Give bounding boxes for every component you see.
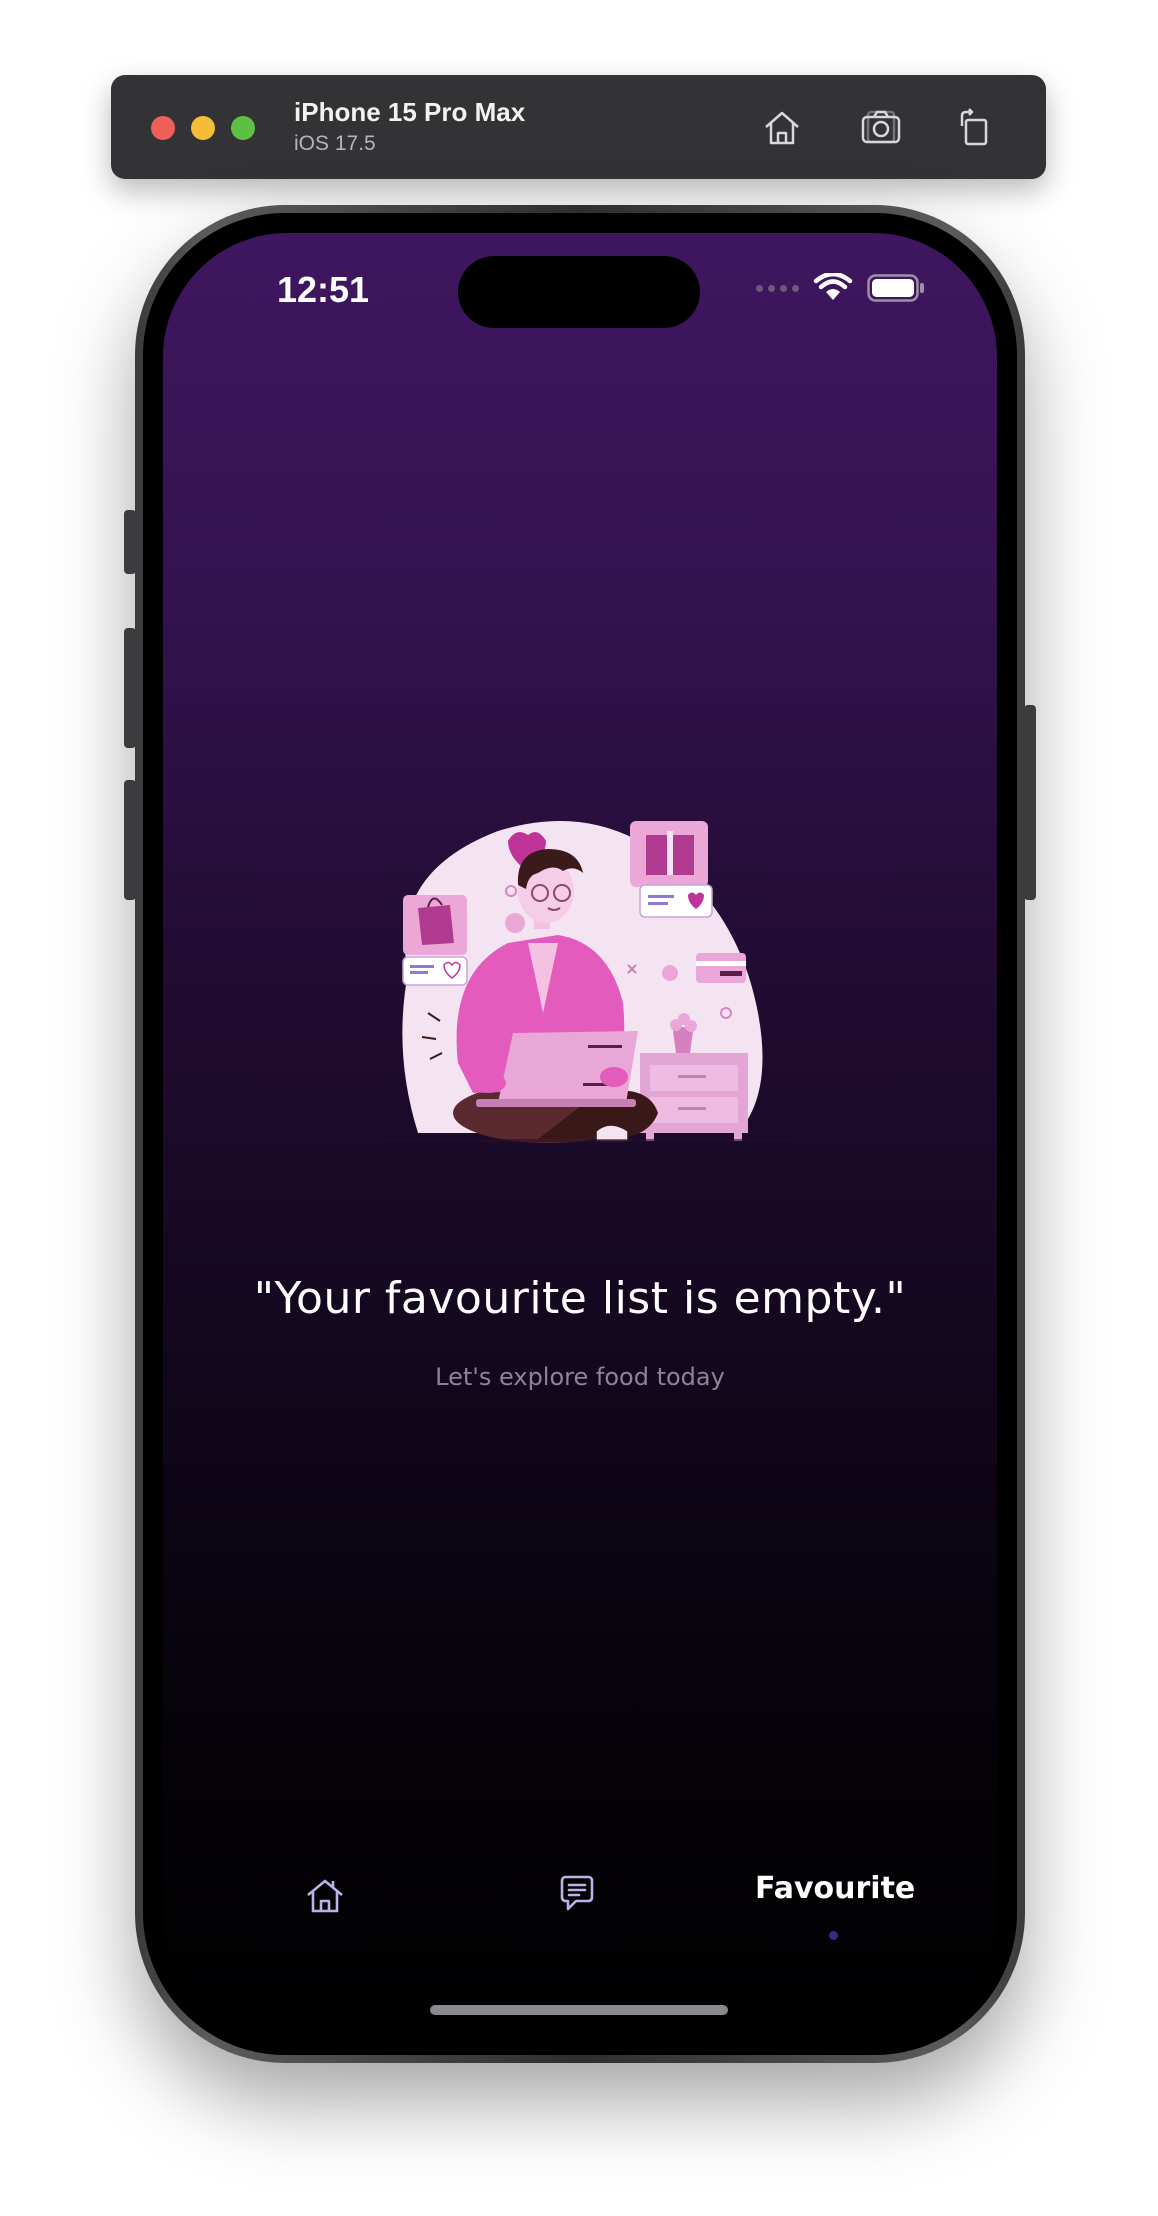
person-shopping-online-illustration bbox=[383, 820, 793, 1143]
tab-favourite[interactable]: Favourite bbox=[755, 1871, 915, 1906]
close-window-button[interactable] bbox=[151, 116, 175, 140]
os-version: iOS 17.5 bbox=[294, 132, 376, 155]
tab-chat[interactable] bbox=[556, 1873, 598, 1915]
volume-up-button bbox=[124, 628, 136, 748]
battery-icon bbox=[867, 274, 924, 302]
home-icon bbox=[765, 111, 799, 145]
screenshot-button[interactable] bbox=[856, 103, 906, 153]
volume-down-button bbox=[124, 780, 136, 900]
home-button[interactable] bbox=[757, 103, 807, 153]
home-indicator[interactable] bbox=[430, 2005, 728, 2015]
cellular-dots-icon bbox=[756, 284, 799, 292]
screenshot-icon bbox=[861, 110, 901, 144]
bottom-tab-bar: Favourite bbox=[163, 1863, 997, 1953]
minimize-window-button[interactable] bbox=[191, 116, 215, 140]
empty-state-title: "Your favourite list is empty." bbox=[253, 1273, 907, 1324]
tab-home[interactable] bbox=[303, 1873, 347, 1917]
rotate-button[interactable] bbox=[949, 103, 999, 153]
zoom-window-button[interactable] bbox=[231, 116, 255, 140]
rotate-icon bbox=[960, 108, 988, 146]
chat-icon bbox=[560, 1875, 594, 1911]
wifi-icon bbox=[813, 273, 853, 300]
dynamic-island bbox=[458, 256, 700, 328]
app-screen: 12:51 "Your favourite list is empty." Le… bbox=[163, 233, 997, 2035]
device-name: iPhone 15 Pro Max bbox=[294, 97, 526, 127]
action-button bbox=[124, 510, 136, 574]
empty-state-subtitle: Let's explore food today bbox=[435, 1363, 725, 1391]
active-tab-indicator bbox=[829, 1931, 838, 1940]
power-button bbox=[1024, 705, 1036, 900]
status-icons bbox=[756, 273, 925, 303]
simulator-toolbar: iPhone 15 Pro Max iOS 17.5 bbox=[111, 75, 1046, 179]
home-icon bbox=[307, 1879, 343, 1913]
status-time: 12:51 bbox=[277, 269, 370, 310]
